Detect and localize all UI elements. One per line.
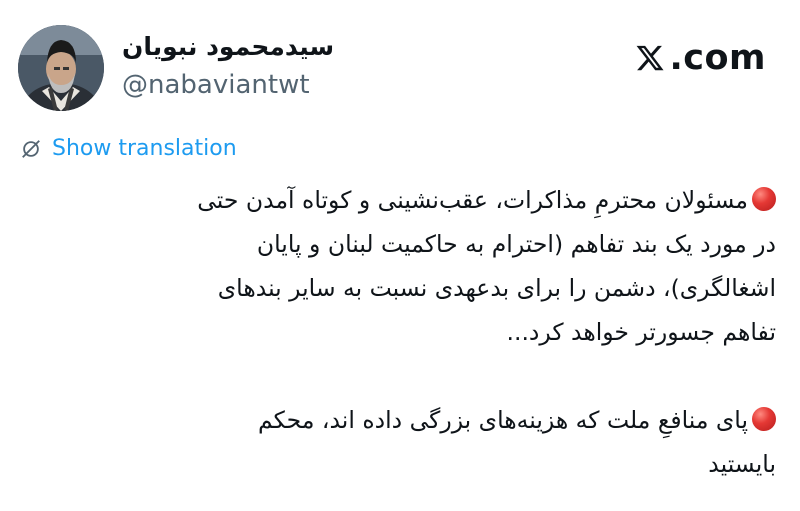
profile-avatar[interactable]: [18, 25, 104, 111]
tweet-line: اشغالگری)، دشمن را برای بدعهدی نسبت به س…: [217, 274, 776, 302]
show-translation-link[interactable]: Show translation: [20, 136, 237, 161]
tweet-line: تفاهم جسورتر خواهد کرد...: [506, 318, 776, 346]
translate-icon: [20, 138, 42, 160]
tweet-line-text: مسئولان محترمِ مذاکرات، عقب‌نشینی و کوتا…: [197, 186, 748, 214]
tweet-paragraph-2: پای منافعِ ملت که هزینه‌های بزرگی داده ا…: [16, 398, 776, 486]
avatar-image: [18, 25, 104, 111]
show-translation-label: Show translation: [52, 136, 237, 161]
x-logo-icon: [635, 43, 665, 73]
x-com-watermark: .com: [635, 38, 766, 78]
tweet-line: پای منافعِ ملت که هزینه‌های بزرگی داده ا…: [16, 398, 776, 442]
site-domain: .com: [669, 38, 766, 78]
tweet-line: در مورد یک بند تفاهم (احترام به حاکمیت ل…: [256, 230, 776, 258]
tweet-line: بایستید: [708, 450, 776, 478]
tweet-text: مسئولان محترمِ مذاکرات، عقب‌نشینی و کوتا…: [16, 178, 776, 486]
user-handle[interactable]: @nabaviantwt: [122, 70, 310, 100]
red-circle-icon: [752, 187, 776, 211]
tweet-line: مسئولان محترمِ مذاکرات، عقب‌نشینی و کوتا…: [16, 178, 776, 222]
display-name[interactable]: سیدمحمود نبویان: [122, 32, 334, 61]
red-circle-icon: [752, 407, 776, 431]
tweet-paragraph-1: مسئولان محترمِ مذاکرات، عقب‌نشینی و کوتا…: [16, 178, 776, 354]
tweet-line-text: پای منافعِ ملت که هزینه‌های بزرگی داده ا…: [258, 406, 748, 434]
